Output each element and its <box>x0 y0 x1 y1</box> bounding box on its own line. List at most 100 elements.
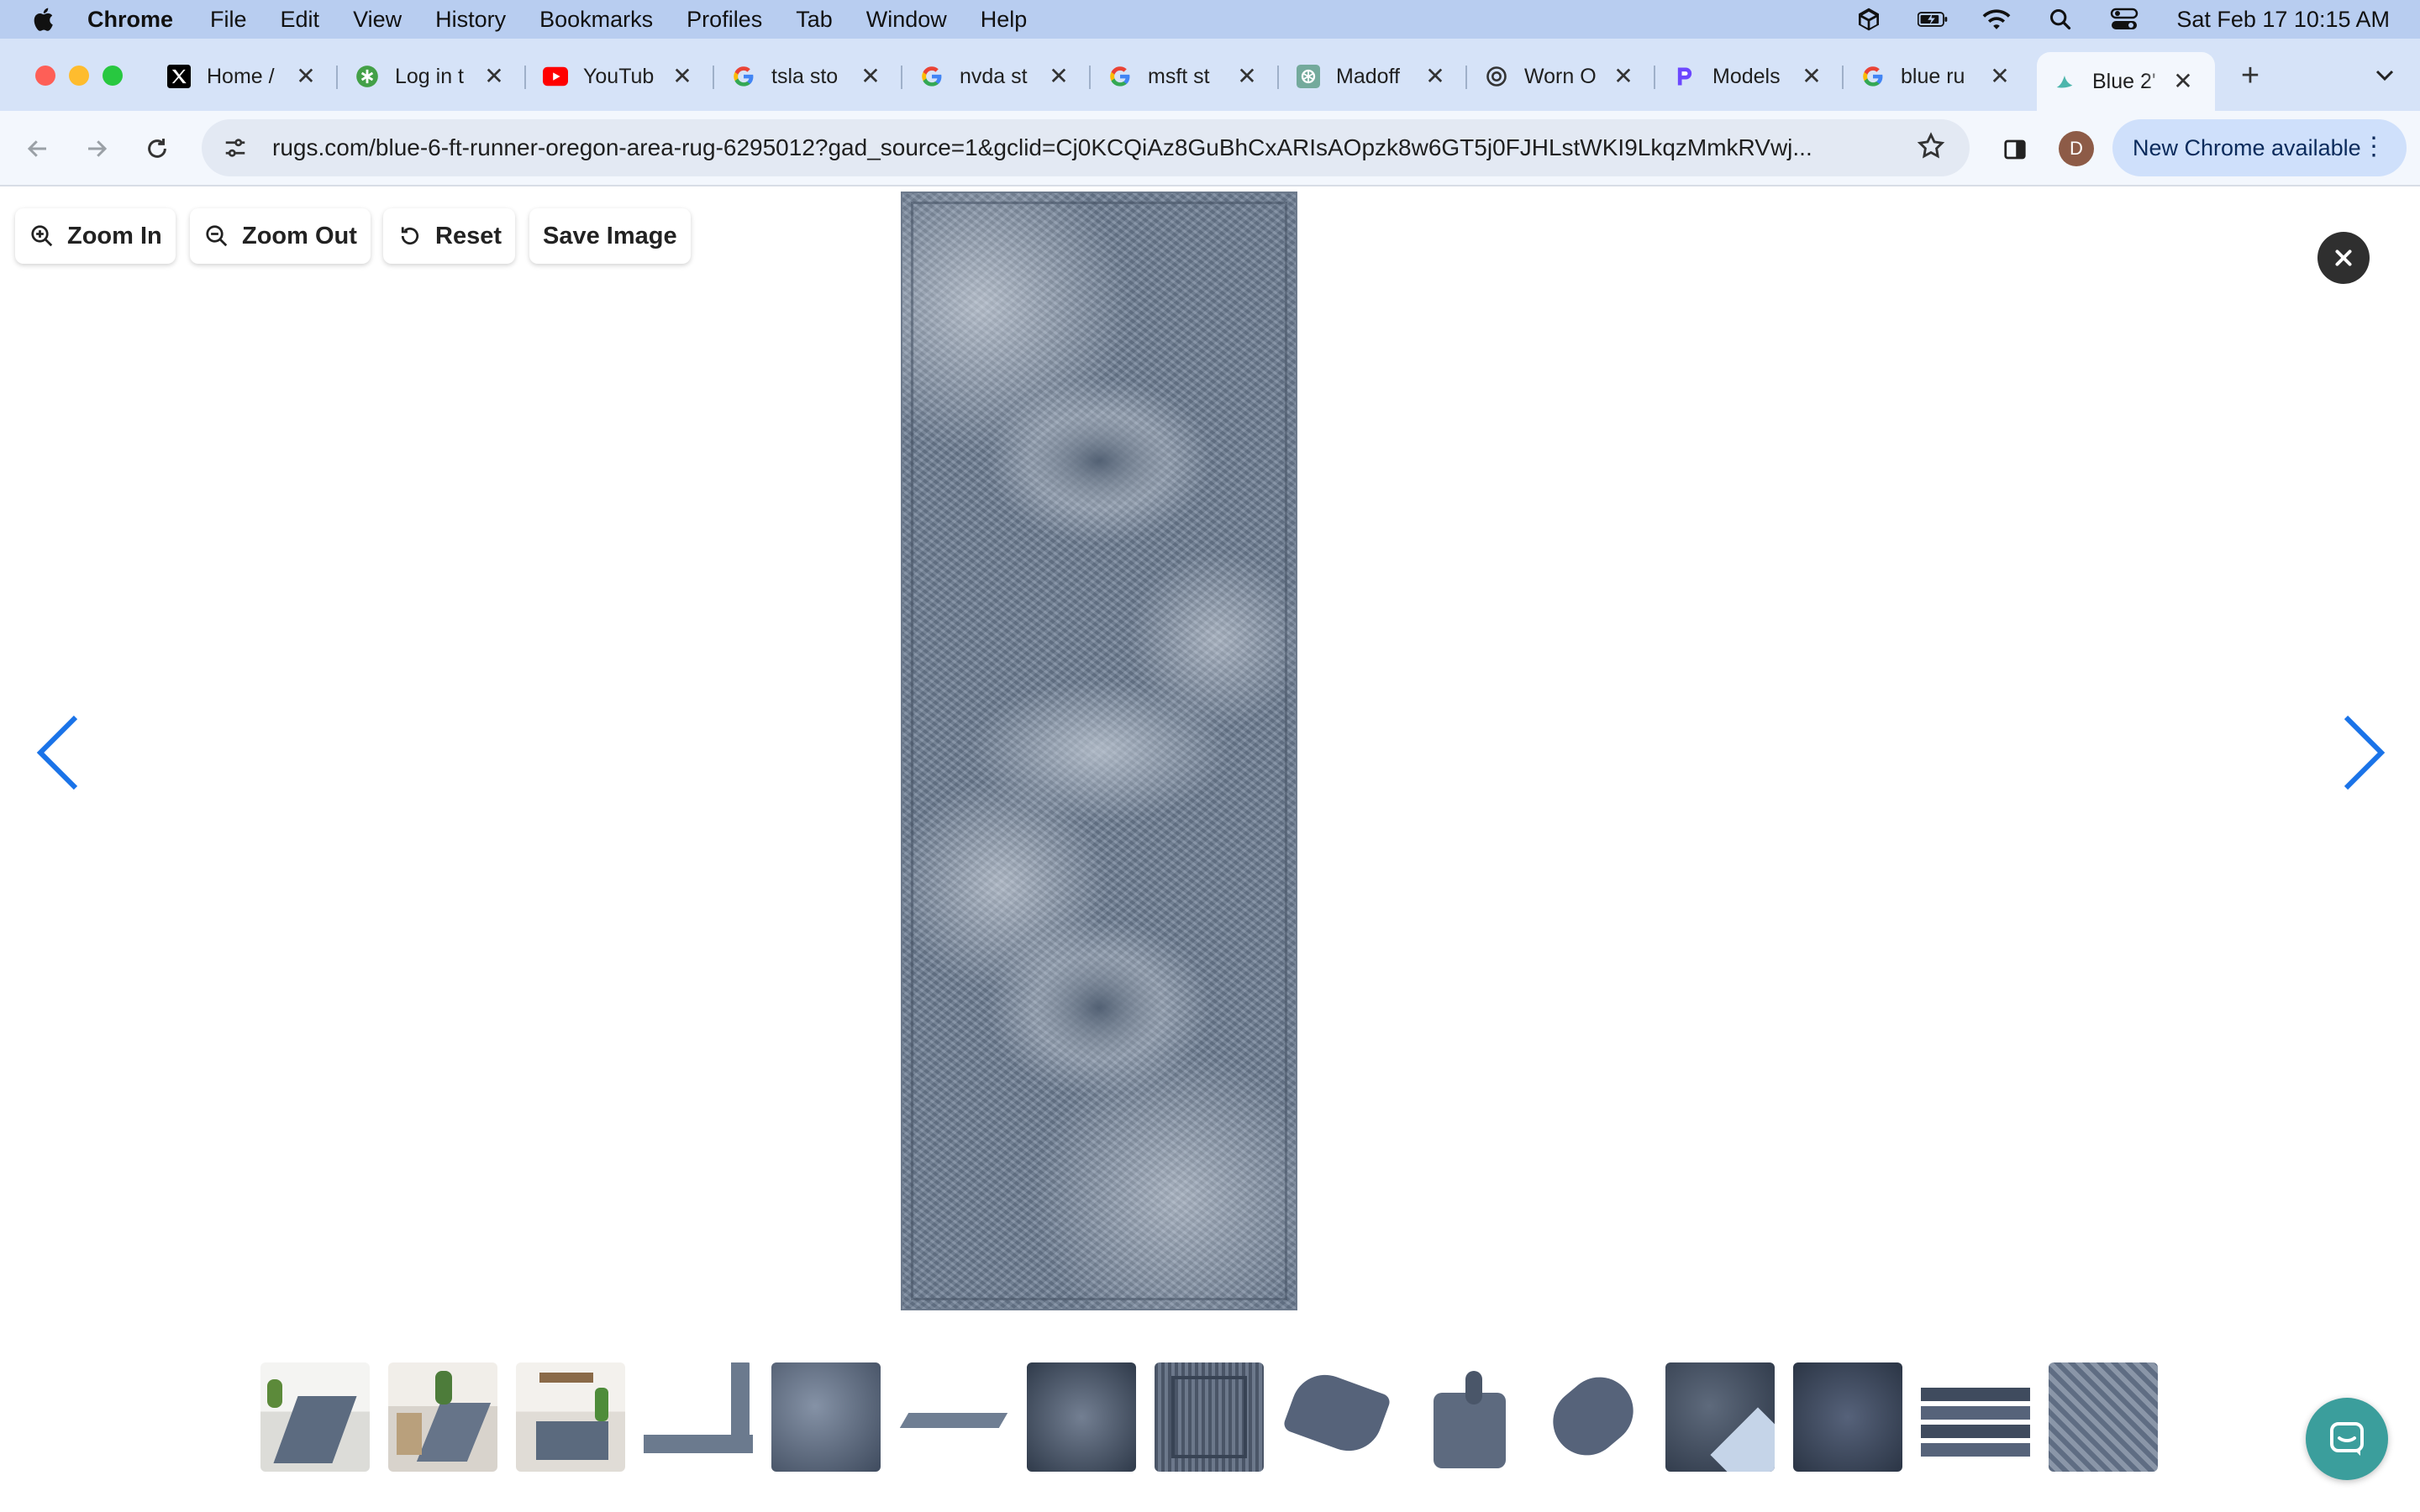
profile-avatar[interactable]: D <box>2059 131 2094 166</box>
tab-title: tsla sto <box>771 64 839 88</box>
thumbnail[interactable] <box>388 1362 497 1472</box>
thumbnail[interactable] <box>1665 1362 1775 1472</box>
tab-close-icon[interactable]: ✕ <box>482 65 506 88</box>
tab-close-icon[interactable]: ✕ <box>1235 65 1259 88</box>
window-zoom-button[interactable] <box>103 66 123 86</box>
save-image-button[interactable]: Save Image <box>529 208 691 264</box>
menu-history[interactable]: History <box>435 7 506 33</box>
menu-edit[interactable]: Edit <box>281 7 320 33</box>
menu-app-chrome[interactable]: Chrome <box>87 7 173 33</box>
save-image-label: Save Image <box>543 222 677 249</box>
window-close-button[interactable] <box>35 66 55 86</box>
tab-close-icon[interactable]: ✕ <box>1800 65 1823 88</box>
menu-help[interactable]: Help <box>981 7 1028 33</box>
window-minimize-button[interactable] <box>69 66 89 86</box>
side-panel-icon[interactable] <box>1998 133 2032 166</box>
reset-label: Reset <box>435 222 502 249</box>
tab-msft-stock[interactable]: msft st ✕ <box>1107 57 1259 96</box>
zoom-out-icon <box>203 223 230 249</box>
status-area: Sat Feb 17 10:15 AM <box>1820 0 2390 39</box>
tab-nvda-stock[interactable]: nvda st ✕ <box>919 57 1071 96</box>
tab-title: Log in t <box>395 64 465 88</box>
close-icon <box>2335 249 2352 266</box>
chrome-menu-icon[interactable]: ⋮ <box>2361 134 2386 160</box>
reset-button[interactable]: Reset <box>383 208 515 264</box>
x-logo-icon <box>166 64 192 89</box>
thumbnail[interactable] <box>1538 1362 1647 1472</box>
thumbnail[interactable] <box>1282 1362 1392 1472</box>
tab-close-icon[interactable]: ✕ <box>671 65 694 88</box>
tab-title: Worn O <box>1524 64 1597 88</box>
tab-close-icon[interactable]: ✕ <box>859 65 882 88</box>
tab-title: Home / <box>207 64 275 88</box>
menu-bookmarks[interactable]: Bookmarks <box>539 7 653 33</box>
reload-icon[interactable] <box>138 129 176 168</box>
menubar-clock[interactable]: Sat Feb 17 10:15 AM <box>2176 7 2390 33</box>
tab-title: YouTub <box>583 64 655 88</box>
tab-blue-rug-active[interactable]: Blue 2' ✕ <box>2037 52 2215 111</box>
zoom-in-icon <box>29 223 55 249</box>
previous-image-arrow-icon[interactable] <box>32 711 82 795</box>
thumbnail[interactable] <box>1410 1362 1519 1472</box>
tab-madoff[interactable]: Madoff ✕ <box>1296 57 1447 96</box>
chat-icon <box>2330 1422 2364 1456</box>
update-label: New Chrome available <box>2133 134 2361 160</box>
google-icon <box>919 64 944 89</box>
menu-view[interactable]: View <box>353 7 402 33</box>
thumbnail[interactable] <box>260 1362 370 1472</box>
tab-close-icon[interactable]: ✕ <box>1423 65 1447 88</box>
rugs-icon <box>2052 69 2077 94</box>
thumbnail[interactable] <box>516 1362 625 1472</box>
thumbnail[interactable] <box>771 1362 881 1472</box>
tab-models[interactable]: Models ✕ <box>1672 57 1823 96</box>
tab-tsla-stock[interactable]: tsla sto ✕ <box>731 57 882 96</box>
bookmark-star-icon[interactable] <box>1916 131 1949 165</box>
chatgpt-icon <box>1296 64 1321 89</box>
new-chrome-available-button[interactable]: New Chrome available ⋮ <box>2112 119 2407 176</box>
new-tab-button[interactable]: + <box>2233 59 2267 92</box>
thumbnail[interactable] <box>1793 1362 1902 1472</box>
menu-tab[interactable]: Tab <box>796 7 833 33</box>
tab-close-icon[interactable]: ✕ <box>1047 65 1071 88</box>
thumbnail[interactable] <box>1921 1362 2030 1472</box>
tab-worn[interactable]: Worn O ✕ <box>1484 57 1635 96</box>
close-viewer-button[interactable] <box>2317 232 2370 284</box>
tab-youtube[interactable]: YouTub ✕ <box>543 57 694 96</box>
spotlight-search-icon[interactable] <box>2045 7 2075 32</box>
apple-logo-icon[interactable] <box>30 5 59 34</box>
vpn-icon[interactable] <box>1854 7 1884 32</box>
url-text[interactable]: rugs.com/blue-6-ft-runner-oregon-area-ru… <box>272 134 1911 161</box>
chat-support-button[interactable] <box>2306 1398 2388 1480</box>
tab-close-icon[interactable]: ✕ <box>1988 65 2012 88</box>
tab-title: Blue 2' <box>2092 69 2156 93</box>
site-settings-icon[interactable] <box>218 131 252 165</box>
address-bar[interactable]: rugs.com/blue-6-ft-runner-oregon-area-ru… <box>202 119 1970 176</box>
linktree-icon <box>355 64 380 89</box>
forward-arrow-icon[interactable] <box>77 129 116 168</box>
next-image-arrow-icon[interactable] <box>2339 711 2390 795</box>
thumbnail[interactable] <box>1155 1362 1264 1472</box>
rug-product-image[interactable] <box>901 192 1297 1310</box>
zoom-out-label: Zoom Out <box>242 222 357 249</box>
thumbnail[interactable] <box>2049 1362 2158 1472</box>
tab-close-icon[interactable]: ✕ <box>1612 65 1635 88</box>
image-lightbox: Zoom In Zoom Out Reset Save Image <box>0 188 2420 1512</box>
menu-window[interactable]: Window <box>866 7 947 33</box>
tab-home-x[interactable]: Home / ✕ <box>166 57 318 96</box>
back-arrow-icon[interactable] <box>18 129 57 168</box>
menu-file[interactable]: File <box>210 7 247 33</box>
menu-profiles[interactable]: Profiles <box>687 7 762 33</box>
tab-search-chevron-icon[interactable] <box>2368 59 2402 92</box>
tab-close-icon[interactable]: ✕ <box>294 65 318 88</box>
tab-close-icon[interactable]: ✕ <box>2171 70 2195 93</box>
zoom-in-button[interactable]: Zoom In <box>15 208 176 264</box>
thumbnail[interactable] <box>644 1362 753 1472</box>
thumbnail[interactable] <box>1027 1362 1136 1472</box>
thumbnail[interactable] <box>899 1362 1008 1472</box>
battery-icon[interactable] <box>1918 7 1948 32</box>
tab-log-in[interactable]: Log in t ✕ <box>355 57 506 96</box>
wifi-icon[interactable] <box>1981 7 2012 32</box>
tab-blue-rug-search[interactable]: blue ru ✕ <box>1860 57 2012 96</box>
control-center-icon[interactable] <box>2109 7 2139 32</box>
zoom-out-button[interactable]: Zoom Out <box>190 208 371 264</box>
